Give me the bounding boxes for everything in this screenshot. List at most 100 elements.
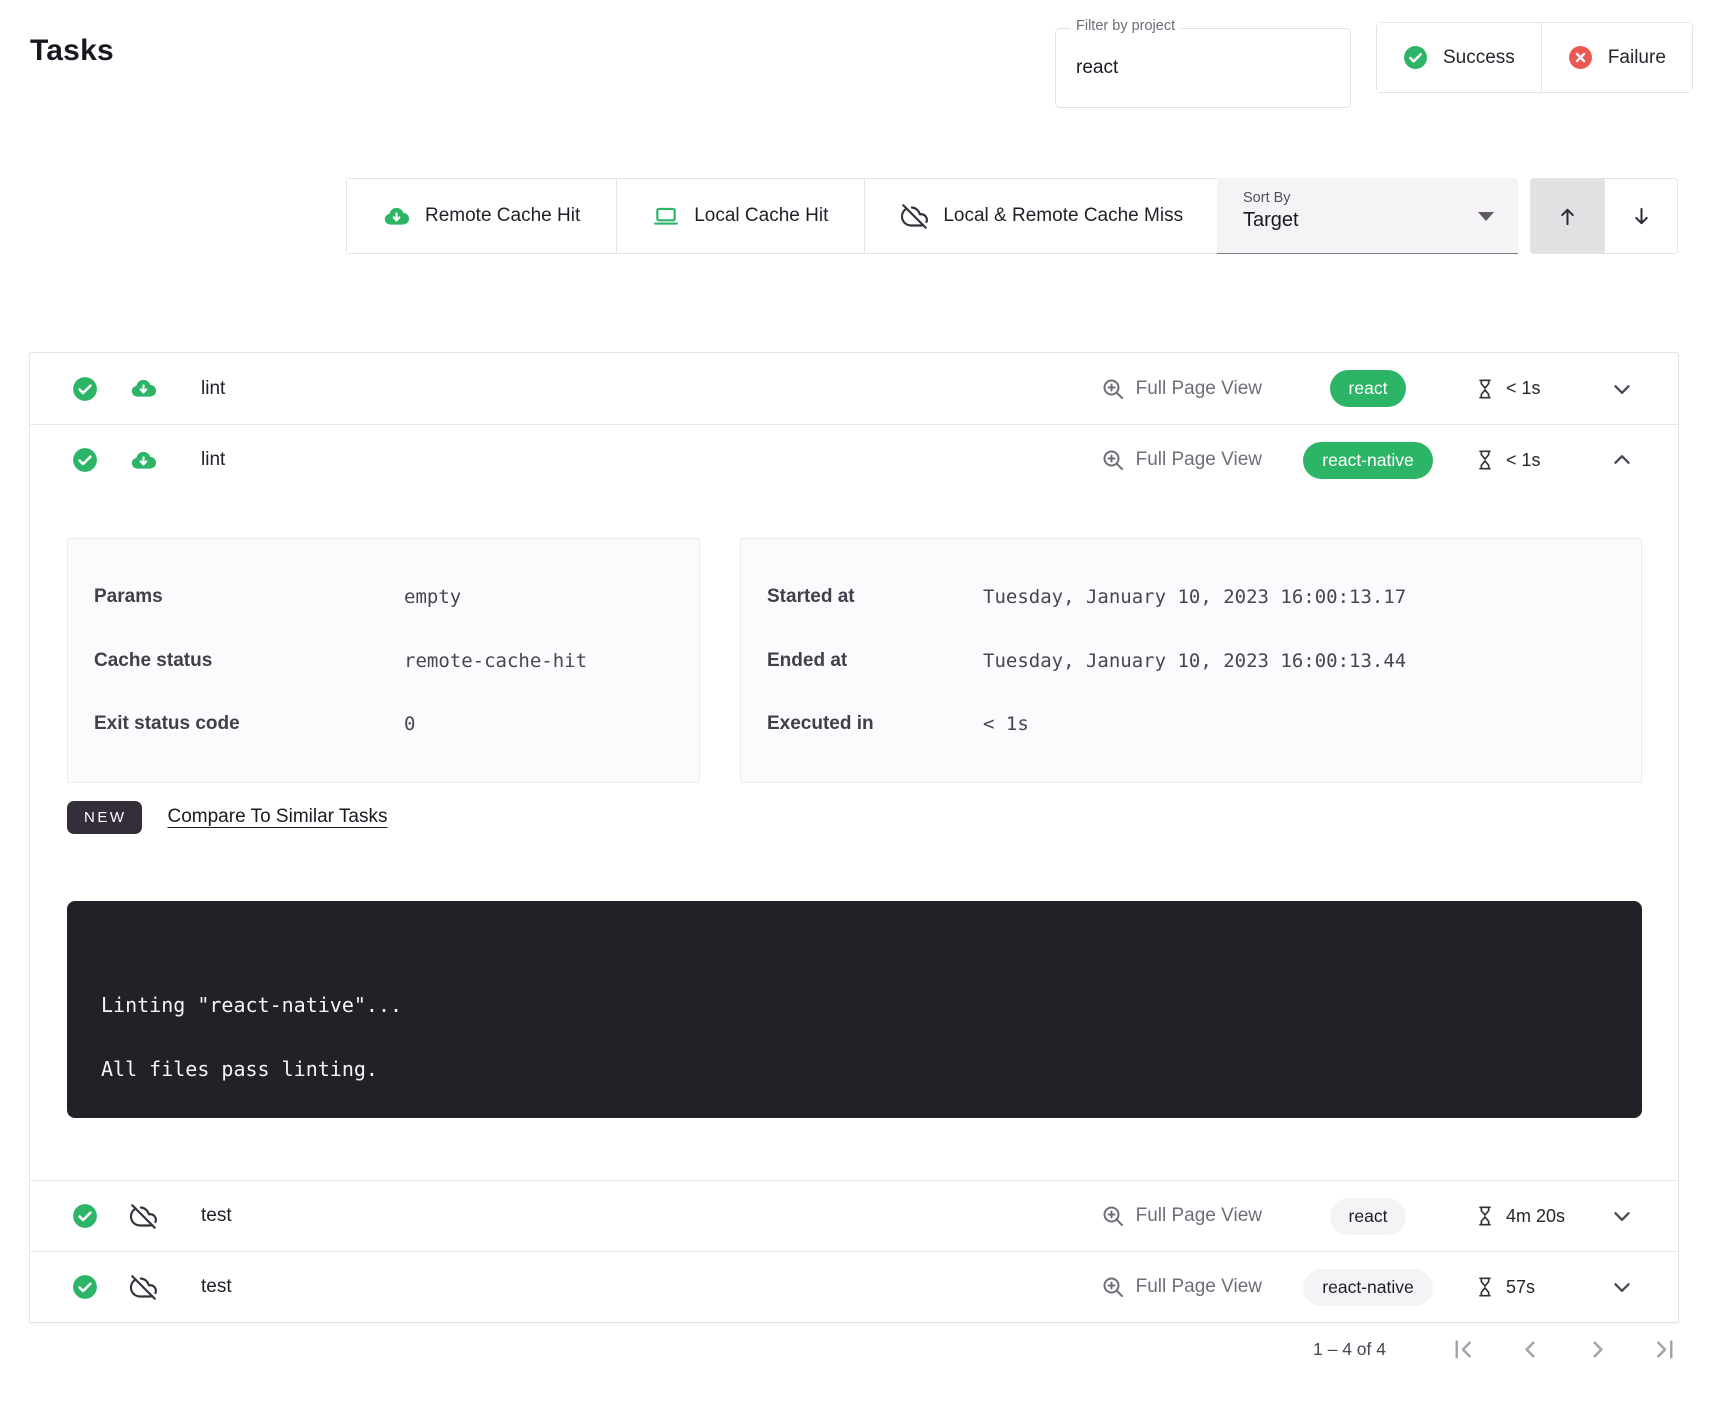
full-page-view-label: Full Page View xyxy=(1136,1205,1262,1227)
cache-status-value: remote-cache-hit xyxy=(404,650,587,672)
task-name: test xyxy=(201,1205,232,1227)
local-cache-hit-filter-button[interactable]: Local Cache Hit xyxy=(616,179,864,253)
chevron-down-icon xyxy=(1609,1203,1635,1229)
cloud-download-icon xyxy=(383,203,410,230)
project-filter-input[interactable] xyxy=(1056,29,1350,107)
task-name: lint xyxy=(201,449,225,471)
caret-down-icon xyxy=(1478,212,1494,221)
cache-miss-label: Local & Remote Cache Miss xyxy=(943,205,1183,227)
task-details-panel: Params empty Cache status remote-cache-h… xyxy=(30,495,1678,1180)
cloud-off-icon xyxy=(901,203,928,230)
terminal-line: All files pass linting. xyxy=(101,1037,1642,1101)
task-duration: 57s xyxy=(1506,1277,1535,1298)
hourglass-icon xyxy=(1474,378,1496,400)
task-row-test-react-native[interactable]: test Full Page View react-native 57s xyxy=(30,1251,1678,1322)
project-filter-label: Filter by project xyxy=(1070,18,1181,34)
zoom-in-icon xyxy=(1101,1204,1125,1228)
success-filter-label: Success xyxy=(1443,47,1515,69)
cloud-off-icon xyxy=(130,1203,157,1230)
ended-at-row: Ended at Tuesday, January 10, 2023 16:00… xyxy=(741,650,1641,672)
sort-ascending-button[interactable] xyxy=(1531,179,1604,253)
task-list: lint Full Page View react < 1s lint xyxy=(29,352,1679,1323)
executed-in-value: < 1s xyxy=(983,713,1029,735)
last-page-button[interactable] xyxy=(1651,1336,1678,1363)
task-duration: < 1s xyxy=(1506,450,1541,471)
first-page-button[interactable] xyxy=(1450,1336,1477,1363)
task-duration: 4m 20s xyxy=(1506,1206,1565,1227)
remote-cache-hit-label: Remote Cache Hit xyxy=(425,205,580,227)
full-page-view-label: Full Page View xyxy=(1136,449,1262,471)
expand-row-button[interactable] xyxy=(1600,376,1644,402)
cache-miss-filter-button[interactable]: Local & Remote Cache Miss xyxy=(864,179,1219,253)
exit-code-row: Exit status code 0 xyxy=(68,713,699,735)
cloud-download-icon xyxy=(130,447,157,474)
compare-similar-tasks-link[interactable]: Compare To Similar Tasks xyxy=(168,806,388,828)
pagination-range: 1 – 4 of 4 xyxy=(1313,1339,1386,1360)
next-page-button[interactable] xyxy=(1584,1336,1611,1363)
expand-row-button[interactable] xyxy=(1600,1203,1644,1229)
cache-status-label: Cache status xyxy=(94,650,404,672)
full-page-view-link[interactable]: Full Page View xyxy=(1101,448,1262,472)
cache-filter-group: Remote Cache Hit Local Cache Hit Local &… xyxy=(346,178,1220,254)
failure-icon xyxy=(1568,45,1593,70)
sort-by-label: Sort By xyxy=(1243,190,1518,206)
collapse-row-button[interactable] xyxy=(1600,447,1644,473)
success-filter-button[interactable]: Success xyxy=(1377,23,1541,92)
full-page-view-label: Full Page View xyxy=(1136,378,1262,400)
task-name: test xyxy=(201,1276,232,1298)
started-at-row: Started at Tuesday, January 10, 2023 16:… xyxy=(741,586,1641,608)
params-label: Params xyxy=(94,586,404,608)
remote-cache-hit-filter-button[interactable]: Remote Cache Hit xyxy=(347,179,616,253)
exit-code-value: 0 xyxy=(404,713,415,735)
success-status-icon xyxy=(72,1274,98,1300)
cloud-download-icon xyxy=(130,375,157,402)
hourglass-icon xyxy=(1474,1205,1496,1227)
task-name: lint xyxy=(201,378,225,400)
project-badge[interactable]: react-native xyxy=(1303,1269,1432,1306)
zoom-in-icon xyxy=(1101,377,1125,401)
page-title: Tasks xyxy=(30,34,114,68)
terminal-output: Linting "react-native"... All files pass… xyxy=(67,901,1642,1118)
chevron-down-icon xyxy=(1609,1274,1635,1300)
status-filter-group: Success Failure xyxy=(1376,22,1693,93)
project-badge[interactable]: react-native xyxy=(1303,442,1432,479)
cloud-off-icon xyxy=(130,1274,157,1301)
success-status-icon xyxy=(72,376,98,402)
local-cache-hit-label: Local Cache Hit xyxy=(694,205,828,227)
full-page-view-link[interactable]: Full Page View xyxy=(1101,1275,1262,1299)
hourglass-icon xyxy=(1474,1276,1496,1298)
executed-in-row: Executed in < 1s xyxy=(741,713,1641,735)
task-timing-panel: Started at Tuesday, January 10, 2023 16:… xyxy=(740,538,1642,783)
ended-at-value: Tuesday, January 10, 2023 16:00:13.44 xyxy=(983,650,1406,672)
previous-page-button[interactable] xyxy=(1517,1336,1544,1363)
project-badge[interactable]: react xyxy=(1330,370,1407,407)
success-status-icon xyxy=(72,1203,98,1229)
pagination: 1 – 4 of 4 xyxy=(1313,1336,1678,1363)
params-value: empty xyxy=(404,586,461,608)
failure-filter-label: Failure xyxy=(1608,47,1666,69)
exit-code-label: Exit status code xyxy=(94,713,404,735)
ended-at-label: Ended at xyxy=(767,650,983,672)
task-row-lint-react[interactable]: lint Full Page View react < 1s xyxy=(30,353,1678,424)
sort-descending-button[interactable] xyxy=(1604,179,1677,253)
failure-filter-button[interactable]: Failure xyxy=(1541,23,1692,92)
success-icon xyxy=(1403,45,1428,70)
expand-row-button[interactable] xyxy=(1600,1274,1644,1300)
project-badge[interactable]: react xyxy=(1330,1198,1407,1235)
sort-direction-group xyxy=(1530,178,1678,254)
started-at-value: Tuesday, January 10, 2023 16:00:13.17 xyxy=(983,586,1406,608)
full-page-view-link[interactable]: Full Page View xyxy=(1101,1204,1262,1228)
task-row-test-react[interactable]: test Full Page View react 4m 20s xyxy=(30,1180,1678,1251)
full-page-view-link[interactable]: Full Page View xyxy=(1101,377,1262,401)
arrow-down-icon xyxy=(1630,205,1653,228)
new-badge: NEW xyxy=(67,801,142,834)
executed-in-label: Executed in xyxy=(767,713,983,735)
task-row-lint-react-native[interactable]: lint Full Page View react-native < 1s xyxy=(30,424,1678,495)
cache-status-row: Cache status remote-cache-hit xyxy=(68,650,699,672)
sort-by-value: Target xyxy=(1243,209,1518,232)
laptop-icon xyxy=(653,203,679,229)
sort-by-select[interactable]: Sort By Target xyxy=(1217,178,1518,254)
full-page-view-label: Full Page View xyxy=(1136,1276,1262,1298)
terminal-line: Linting "react-native"... xyxy=(101,973,1642,1037)
success-status-icon xyxy=(72,447,98,473)
